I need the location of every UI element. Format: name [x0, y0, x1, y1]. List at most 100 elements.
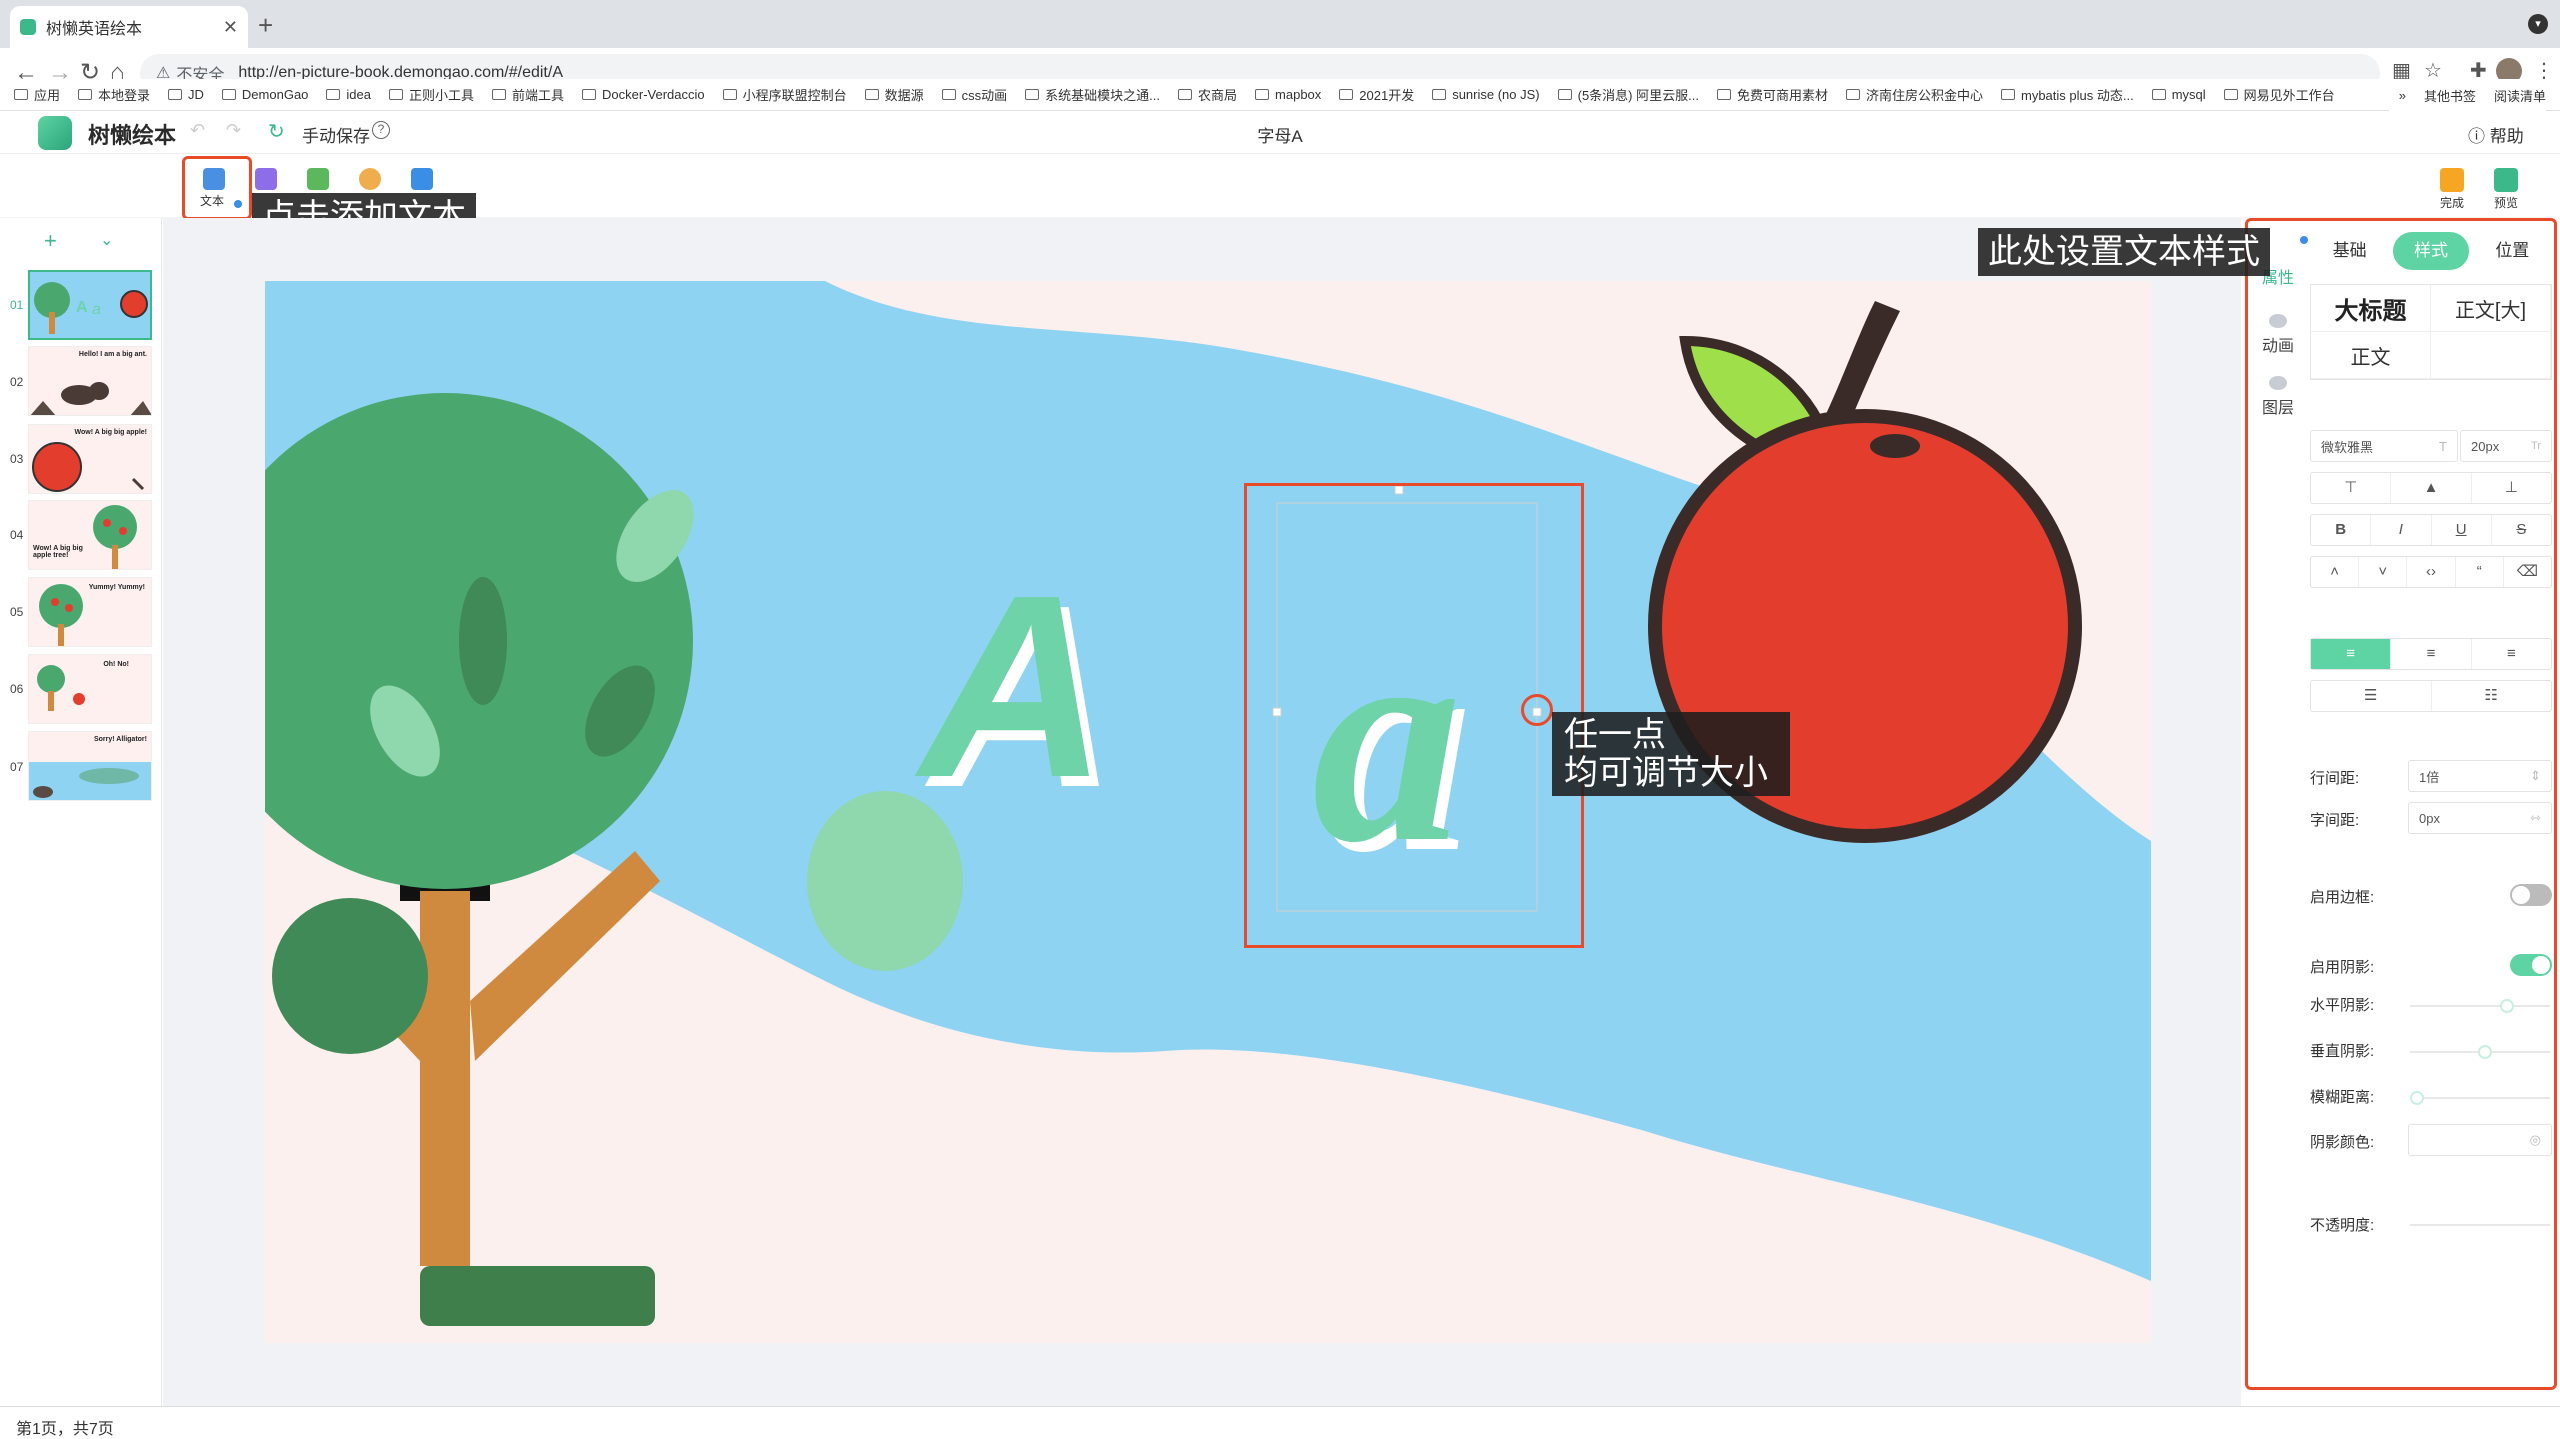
page-thumbnail[interactable]: Wow! A big big apple! — [28, 424, 152, 494]
preset-heading[interactable]: 大标题 — [2311, 285, 2431, 332]
align-middle-icon[interactable]: ▲ — [2391, 473, 2472, 503]
bookmark-item[interactable]: 济南住房公积金中心 — [1845, 85, 1983, 104]
line-height-input[interactable]: 1倍 ⇕ — [2408, 760, 2552, 792]
page-thumbnail[interactable]: Hello! I am a big ant. — [28, 346, 152, 416]
v-shadow-slider[interactable] — [2410, 1045, 2550, 1059]
page-thumbnail[interactable]: Aa — [28, 270, 152, 340]
image-tool-icon[interactable] — [255, 168, 277, 190]
underline-icon[interactable]: U — [2432, 515, 2492, 545]
close-tab-icon[interactable]: ✕ — [223, 17, 238, 38]
page-thumbnail[interactable]: Oh! No! — [28, 654, 152, 724]
align-right-icon[interactable]: ≡ — [2472, 639, 2551, 669]
slider-knob[interactable] — [2500, 999, 2514, 1013]
numbered-list-icon[interactable]: ☷ — [2432, 681, 2552, 711]
reading-list[interactable]: 阅读清单 — [2494, 86, 2546, 105]
page-thumbnail[interactable]: Yummy! Yummy! — [28, 577, 152, 647]
code-icon[interactable]: ‹› — [2407, 557, 2456, 587]
done-label[interactable]: 完成 — [2440, 194, 2464, 211]
italic-icon[interactable]: I — [2371, 515, 2432, 545]
text-align-row: ≡ ≡ ≡ — [2310, 638, 2552, 670]
help-label: 帮助 — [2489, 127, 2524, 146]
shape-tool-icon[interactable] — [307, 168, 329, 190]
letter-spacing-input[interactable]: 0px ⇿ — [2408, 802, 2552, 834]
thumb-caption: Hello! I am a big ant. — [78, 351, 147, 358]
bookmark-item[interactable]: 正则小工具 — [388, 85, 474, 104]
bookmark-item[interactable]: 小程序联盟控制台 — [722, 85, 847, 104]
done-icon[interactable] — [2440, 168, 2464, 192]
letter-upper[interactable]: A — [912, 542, 1108, 832]
other-bookmarks[interactable]: 其他书签 — [2424, 86, 2476, 105]
bookmark-item[interactable]: 本地登录 — [78, 85, 150, 104]
bookmark-item[interactable]: 2021开发 — [1339, 85, 1414, 104]
font-size-input[interactable]: 20px Tr — [2460, 430, 2552, 462]
align-center-icon[interactable]: ≡ — [2391, 639, 2472, 669]
help-button[interactable]: ⓘ 帮助 — [2468, 122, 2524, 147]
bold-icon[interactable]: B — [2311, 515, 2372, 545]
slider-knob[interactable] — [2478, 1045, 2492, 1059]
help-circle-icon[interactable]: ? — [372, 121, 390, 139]
bookmark-item[interactable]: idea — [326, 87, 371, 102]
folder-icon — [1339, 89, 1354, 100]
segment-position[interactable]: 位置 — [2475, 232, 2550, 270]
preset-body-large[interactable]: 正文[大] — [2431, 285, 2551, 332]
bookmark-item[interactable]: 免费可商用素材 — [1716, 85, 1828, 104]
video-tool-icon[interactable] — [411, 168, 433, 190]
page-thumbnail[interactable]: Wow! A big big apple tree! — [28, 500, 152, 570]
page-canvas[interactable]: A A a a — [265, 281, 2151, 1343]
segment-basic[interactable]: 基础 — [2312, 232, 2387, 270]
tab-search-icon[interactable]: ▾ — [2528, 14, 2548, 34]
list-row: ☰ ☷ — [2310, 680, 2552, 712]
bookmark-item[interactable]: Docker-Verdaccio — [582, 87, 705, 102]
bookmark-item[interactable]: 系统基础模块之通... — [1025, 85, 1160, 104]
chevron-down-icon[interactable]: ⌄ — [100, 230, 113, 250]
strikethrough-icon[interactable]: S — [2492, 515, 2551, 545]
bookmark-item[interactable]: 数据源 — [864, 85, 924, 104]
segment-style[interactable]: 样式 — [2393, 232, 2469, 270]
align-top-icon[interactable]: ⊤ — [2311, 473, 2392, 503]
superscript-icon[interactable]: ˄ — [2311, 557, 2360, 587]
bookmark-item[interactable]: DemonGao — [221, 87, 308, 102]
bookmark-item[interactable]: css动画 — [941, 85, 1007, 104]
subscript-icon[interactable]: ˅ — [2359, 557, 2408, 587]
bookmark-item[interactable]: mysql — [2151, 87, 2206, 102]
bookmark-item[interactable]: 应用 — [14, 85, 60, 104]
clear-format-icon[interactable]: ⌫ — [2504, 557, 2551, 587]
redo-icon[interactable]: ↷ — [226, 120, 241, 141]
tab-animation[interactable]: 动画 — [2250, 314, 2306, 356]
align-bottom-icon[interactable]: ⊥ — [2472, 473, 2551, 503]
opacity-slider[interactable] — [2410, 1224, 2550, 1226]
font-family-select[interactable]: 微软雅黑 T — [2310, 430, 2458, 462]
h-shadow-slider[interactable] — [2410, 999, 2550, 1013]
bookmark-item[interactable]: mapbox — [1255, 87, 1321, 102]
bookmark-item[interactable]: 农商局 — [1178, 85, 1237, 104]
shadow-color-picker[interactable]: ◎ — [2408, 1124, 2552, 1156]
align-left-icon[interactable]: ≡ — [2311, 639, 2392, 669]
bookmark-item[interactable]: 前端工具 — [492, 85, 564, 104]
more-bookmarks-icon[interactable]: » — [2399, 88, 2406, 103]
new-tab-icon[interactable]: + — [258, 10, 273, 41]
thumb-letter-lower: a — [92, 301, 101, 318]
border-label: 启用边框: — [2310, 889, 2375, 906]
browser-tab[interactable]: 树懒英语绘本 ✕ — [10, 6, 248, 48]
preview-icon[interactable] — [2494, 168, 2518, 192]
blur-slider[interactable] — [2410, 1091, 2550, 1105]
page-thumbnail[interactable]: Sorry! Alligator! — [28, 731, 152, 801]
slider-knob[interactable] — [2410, 1091, 2424, 1105]
preview-label[interactable]: 预览 — [2494, 194, 2518, 211]
undo-icon[interactable]: ↶ — [190, 120, 205, 141]
quote-icon[interactable]: “ — [2456, 557, 2504, 587]
save-refresh-icon[interactable]: ↻ — [268, 119, 285, 144]
music-tool-icon[interactable] — [359, 168, 381, 190]
border-toggle[interactable] — [2510, 884, 2552, 906]
add-page-icon[interactable]: + — [44, 228, 57, 254]
bookmark-item[interactable]: JD — [168, 87, 204, 102]
bookmark-item[interactable]: sunrise (no JS) — [1432, 87, 1540, 102]
shadow-toggle[interactable] — [2510, 954, 2552, 976]
save-mode[interactable]: 手动保存 — [302, 122, 370, 147]
bookmark-item[interactable]: 网易见外工作台 — [2223, 85, 2335, 104]
preset-body[interactable]: 正文 — [2311, 332, 2431, 379]
bookmark-item[interactable]: (5条消息) 阿里云服... — [1557, 85, 1699, 104]
bookmark-item[interactable]: mybatis plus 动态... — [2001, 85, 2134, 104]
tab-layers[interactable]: 图层 — [2250, 376, 2306, 418]
bullet-list-icon[interactable]: ☰ — [2311, 681, 2432, 711]
